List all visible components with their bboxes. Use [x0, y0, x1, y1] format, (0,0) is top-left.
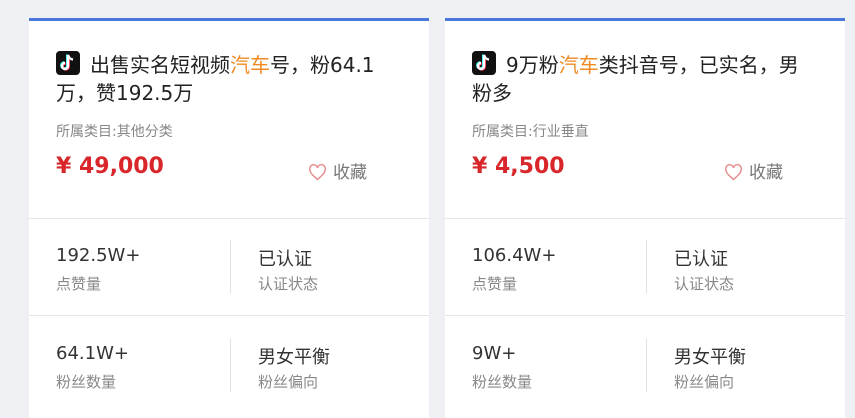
stat-fan-gender: 男女平衡 粉丝偏向	[674, 316, 824, 413]
listing-card[interactable]: 出售实名短视频汽车号，粉64.1万，赞192.5万 所属类目:其他分类 ¥ 49…	[29, 18, 429, 418]
category-label: 所属类目:其他分类	[56, 124, 173, 140]
stat-label: 认证状态	[674, 275, 735, 293]
tiktok-icon	[472, 51, 496, 75]
divider	[646, 338, 647, 392]
title-text: 9万粉	[506, 53, 559, 77]
favorite-label: 收藏	[333, 163, 367, 183]
stat-followers: 64.1W+ 粉丝数量	[56, 316, 231, 413]
price: ¥ 4,500	[472, 154, 565, 179]
category-label: 所属类目:行业垂直	[472, 124, 589, 140]
heart-icon	[309, 164, 326, 181]
stat-fan-gender: 男女平衡 粉丝偏向	[258, 316, 408, 413]
title-text: 出售实名短视频	[90, 53, 230, 77]
favorite-button[interactable]: 收藏	[308, 158, 367, 183]
stat-value: 男女平衡	[258, 347, 330, 368]
stats-row: 64.1W+ 粉丝数量 男女平衡 粉丝偏向	[29, 316, 429, 413]
title-highlight: 汽车	[230, 53, 270, 77]
tiktok-icon	[56, 51, 80, 75]
title-highlight: 汽车	[558, 53, 599, 77]
listing-title[interactable]: 出售实名短视频汽车号，粉64.1万，赞192.5万	[56, 51, 401, 107]
stat-value: 男女平衡	[674, 347, 746, 368]
stat-value: 已认证	[674, 249, 728, 270]
stats-row: 9W+ 粉丝数量 男女平衡 粉丝偏向	[445, 316, 845, 413]
stat-label: 粉丝数量	[56, 373, 117, 391]
listing-card[interactable]: 9万粉汽车类抖音号，已实名，男粉多 所属类目:行业垂直 ¥ 4,500 收藏 1…	[445, 18, 845, 418]
heart-icon	[725, 164, 742, 181]
stat-value: 9W+	[472, 343, 517, 364]
stat-label: 点赞量	[472, 275, 518, 293]
listing-title[interactable]: 9万粉汽车类抖音号，已实名，男粉多	[472, 51, 817, 107]
stat-label: 粉丝偏向	[674, 373, 735, 391]
divider	[230, 240, 231, 294]
stat-verification: 已认证 认证状态	[674, 218, 824, 315]
favorite-label: 收藏	[749, 163, 783, 183]
listing-header: 9万粉汽车类抖音号，已实名，男粉多 所属类目:行业垂直 ¥ 4,500 收藏	[445, 21, 845, 219]
stat-label: 粉丝数量	[472, 373, 533, 391]
stats-row: 106.4W+ 点赞量 已认证 认证状态	[445, 218, 845, 316]
divider	[230, 338, 231, 392]
stat-likes: 192.5W+ 点赞量	[56, 218, 231, 315]
stat-verification: 已认证 认证状态	[258, 218, 408, 315]
stat-label: 点赞量	[56, 275, 102, 293]
stat-value: 192.5W+	[56, 245, 141, 266]
stat-followers: 9W+ 粉丝数量	[472, 316, 647, 413]
stat-value: 106.4W+	[472, 245, 557, 266]
stat-label: 认证状态	[258, 275, 319, 293]
stats-row: 192.5W+ 点赞量 已认证 认证状态	[29, 218, 429, 316]
divider	[646, 240, 647, 294]
favorite-button[interactable]: 收藏	[724, 158, 783, 183]
listing-header: 出售实名短视频汽车号，粉64.1万，赞192.5万 所属类目:其他分类 ¥ 49…	[29, 21, 429, 219]
price: ¥ 49,000	[56, 154, 164, 179]
stat-value: 已认证	[258, 249, 312, 270]
stat-label: 粉丝偏向	[258, 373, 319, 391]
stat-value: 64.1W+	[56, 343, 129, 364]
stat-likes: 106.4W+ 点赞量	[472, 218, 647, 315]
